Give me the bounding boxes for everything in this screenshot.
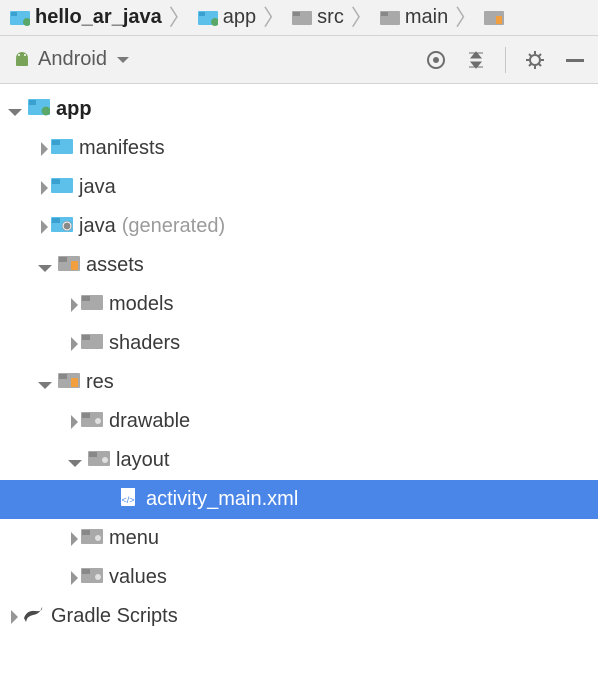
xml-icon: </> bbox=[118, 487, 140, 513]
gear-icon[interactable] bbox=[524, 49, 546, 71]
project-tree: appmanifestsjavajava (generated)assetsmo… bbox=[0, 84, 598, 636]
tree-item-label: models bbox=[109, 293, 173, 316]
breadcrumb-label: main bbox=[405, 6, 448, 29]
tree-item-java[interactable]: java (generated) bbox=[0, 207, 598, 246]
collapse-all-icon[interactable] bbox=[465, 49, 487, 71]
chevron-right-icon[interactable] bbox=[71, 571, 78, 585]
tree-item-values[interactable]: values bbox=[0, 558, 598, 597]
breadcrumb-item[interactable]: app bbox=[194, 6, 260, 29]
breadcrumb-item[interactable]: src bbox=[288, 6, 348, 29]
breadcrumb-label: src bbox=[317, 6, 344, 29]
folder-icon bbox=[292, 10, 312, 26]
tree-item-label: app bbox=[56, 98, 92, 121]
tree-item-label: layout bbox=[116, 449, 169, 472]
folder-yellow-icon bbox=[58, 254, 80, 278]
android-icon bbox=[12, 50, 32, 70]
tree-item-label: menu bbox=[109, 527, 159, 550]
tree-item-java[interactable]: java bbox=[0, 168, 598, 207]
hide-icon[interactable] bbox=[564, 49, 586, 71]
tree-item-models[interactable]: models bbox=[0, 285, 598, 324]
tree-item-label: values bbox=[109, 566, 167, 589]
folder-res-icon bbox=[81, 527, 103, 551]
chevron-down-icon[interactable] bbox=[8, 109, 22, 116]
chevron-down-icon[interactable] bbox=[68, 460, 82, 467]
chevron-right-icon[interactable] bbox=[71, 337, 78, 351]
module-icon bbox=[10, 10, 30, 26]
tree-item-label: assets bbox=[86, 254, 144, 277]
folder-res-icon bbox=[81, 410, 103, 434]
breadcrumb: hello_ar_java 〉 app 〉 src 〉 main 〉 bbox=[0, 0, 598, 36]
folder-grey-icon bbox=[81, 332, 103, 356]
tree-item-label: java bbox=[79, 176, 116, 199]
tree-item-gradle-scripts[interactable]: Gradle Scripts bbox=[0, 597, 598, 636]
chevron-right-icon: 〉 bbox=[348, 7, 376, 29]
tree-item-label: manifests bbox=[79, 137, 165, 160]
divider bbox=[505, 47, 506, 73]
module-icon bbox=[198, 10, 218, 26]
tree-item-assets[interactable]: assets bbox=[0, 246, 598, 285]
tree-item-label: Gradle Scripts bbox=[51, 605, 178, 628]
tree-item-label: res bbox=[86, 371, 114, 394]
folder-grey-icon bbox=[81, 293, 103, 317]
breadcrumb-label: hello_ar_java bbox=[35, 6, 162, 29]
breadcrumb-item[interactable] bbox=[480, 10, 508, 26]
folder-icon bbox=[484, 10, 504, 26]
tree-item-app[interactable]: app bbox=[0, 90, 598, 129]
module-icon bbox=[28, 98, 50, 122]
target-icon[interactable] bbox=[425, 49, 447, 71]
chevron-right-icon[interactable] bbox=[41, 181, 48, 195]
chevron-right-icon: 〉 bbox=[452, 7, 480, 29]
gradle-icon bbox=[21, 604, 45, 630]
no-arrow bbox=[98, 493, 112, 507]
folder-blue-icon bbox=[51, 176, 73, 200]
chevron-down-icon bbox=[117, 57, 129, 69]
tree-item-activity-main-xml[interactable]: </> activity_main.xml bbox=[0, 480, 598, 519]
tree-item-label: shaders bbox=[109, 332, 180, 355]
chevron-right-icon[interactable] bbox=[41, 142, 48, 156]
chevron-right-icon: 〉 bbox=[260, 7, 288, 29]
chevron-right-icon[interactable] bbox=[71, 532, 78, 546]
tree-item-layout[interactable]: layout bbox=[0, 441, 598, 480]
folder-gen-icon bbox=[51, 215, 73, 239]
tree-item-label: drawable bbox=[109, 410, 190, 433]
chevron-right-icon: 〉 bbox=[166, 7, 194, 29]
tree-item-shaders[interactable]: shaders bbox=[0, 324, 598, 363]
tree-item-suffix: (generated) bbox=[122, 215, 225, 238]
tree-item-drawable[interactable]: drawable bbox=[0, 402, 598, 441]
chevron-right-icon[interactable] bbox=[11, 610, 18, 624]
chevron-down-icon[interactable] bbox=[38, 265, 52, 272]
view-selector[interactable]: Android bbox=[12, 48, 425, 71]
chevron-down-icon[interactable] bbox=[38, 382, 52, 389]
tree-item-label: activity_main.xml bbox=[146, 488, 298, 511]
folder-res-icon bbox=[81, 566, 103, 590]
chevron-right-icon[interactable] bbox=[71, 415, 78, 429]
folder-yellow-icon bbox=[58, 371, 80, 395]
folder-icon bbox=[380, 10, 400, 26]
breadcrumb-item[interactable]: hello_ar_java bbox=[6, 6, 166, 29]
breadcrumb-label: app bbox=[223, 6, 256, 29]
tree-item-label: java bbox=[79, 215, 116, 238]
folder-blue-icon bbox=[51, 137, 73, 161]
chevron-right-icon[interactable] bbox=[41, 220, 48, 234]
svg-text:</>: </> bbox=[121, 495, 134, 505]
folder-res-icon bbox=[88, 449, 110, 473]
tree-item-menu[interactable]: menu bbox=[0, 519, 598, 558]
view-label: Android bbox=[38, 48, 107, 71]
tree-item-res[interactable]: res bbox=[0, 363, 598, 402]
chevron-right-icon[interactable] bbox=[71, 298, 78, 312]
project-toolbar: Android bbox=[0, 36, 598, 84]
breadcrumb-item[interactable]: main bbox=[376, 6, 452, 29]
tree-item-manifests[interactable]: manifests bbox=[0, 129, 598, 168]
